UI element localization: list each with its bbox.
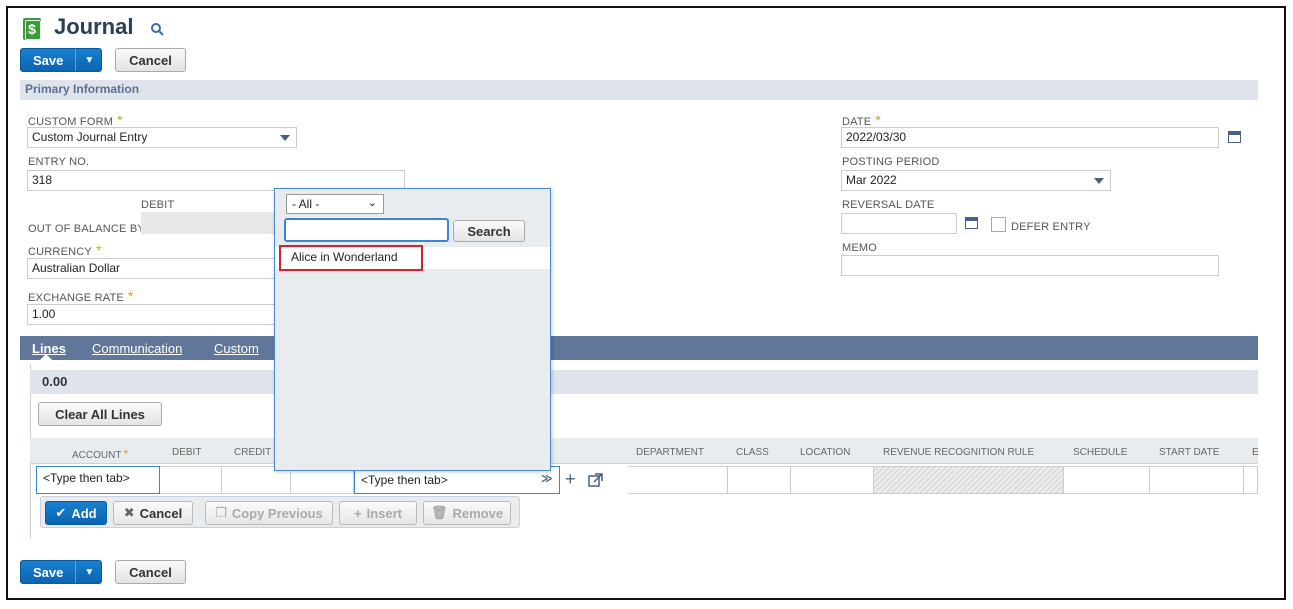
posting-period-label: POSTING PERIOD: [842, 156, 940, 168]
popup-filter-select[interactable]: - All - ⌄: [286, 194, 384, 214]
line-toolbar: ✔ Add ✖ Cancel ❐ Copy Previous + Insert 🗑 Rem…: [40, 496, 520, 528]
out-of-balance-value: [141, 212, 276, 234]
department-cell[interactable]: [628, 466, 728, 494]
debit-cell[interactable]: [160, 466, 222, 494]
start-date-cell[interactable]: [1150, 466, 1244, 494]
double-chevron-down-icon[interactable]: ≫: [541, 472, 553, 485]
defer-entry-checkbox[interactable]: [991, 217, 1006, 232]
reversal-date-field[interactable]: [841, 213, 957, 234]
memo-label: MEMO: [842, 242, 878, 254]
calendar-icon[interactable]: [965, 217, 978, 229]
custom-form-label: CUSTOM FORM *: [28, 112, 123, 128]
save-button[interactable]: Save ▼: [20, 48, 102, 72]
column-header-location: LOCATION: [800, 447, 851, 458]
debit-label: DEBIT: [141, 199, 175, 211]
currency-label: CURRENCY *: [28, 242, 102, 258]
cancel-button[interactable]: Cancel: [115, 48, 186, 72]
calendar-icon[interactable]: [1228, 131, 1241, 143]
name-search-popup: - All - ⌄ Search Alice in Wonderland: [274, 188, 551, 471]
close-icon: ✖: [123, 505, 135, 520]
search-icon[interactable]: [150, 22, 164, 36]
column-header-department: DEPARTMENT: [636, 447, 704, 458]
clear-all-lines-button[interactable]: Clear All Lines: [38, 402, 162, 426]
lines-grid-header: ACCOUNT * DEBIT CREDIT DEPARTMENT CLASS L…: [30, 438, 1259, 464]
cancel-line-button[interactable]: ✖ Cancel: [113, 501, 193, 525]
chevron-down-icon: ⌄: [367, 197, 377, 209]
end-date-cell[interactable]: [1244, 466, 1258, 494]
tab-custom[interactable]: Custom: [214, 341, 259, 356]
schedule-cell[interactable]: [1064, 466, 1150, 494]
journal-dollar-icon: $: [23, 18, 41, 40]
column-header-start-date: START DATE: [1159, 447, 1220, 458]
column-header-schedule: SCHEDULE: [1073, 447, 1128, 458]
popup-search-button[interactable]: Search: [453, 220, 525, 242]
subtab-bar: Lines Communication Custom: [20, 336, 1258, 360]
date-field[interactable]: 2022/03/30: [841, 127, 1219, 148]
class-cell[interactable]: [728, 466, 791, 494]
chevron-down-icon: [1094, 178, 1104, 184]
plus-icon[interactable]: +: [565, 469, 576, 490]
footer-cancel-button[interactable]: Cancel: [115, 560, 186, 584]
account-cell[interactable]: <Type then tab>: [36, 466, 160, 494]
remove-line-button[interactable]: 🗑 Remove: [423, 501, 511, 525]
exchange-rate-label: EXCHANGE RATE *: [28, 288, 134, 304]
journal-window: $ Journal Save ▼ Cancel Primary Informat…: [6, 6, 1286, 600]
column-header-end-date: E: [1252, 447, 1259, 458]
exchange-rate-field[interactable]: 1.00: [27, 304, 277, 325]
column-header-revenue-recognition-rule: REVENUE RECOGNITION RULE: [883, 447, 1035, 458]
check-icon: ✔: [55, 505, 67, 520]
popup-search-input[interactable]: [284, 218, 449, 242]
save-button-label: Save: [33, 52, 64, 68]
page-title: Journal: [54, 14, 134, 39]
posting-period-select[interactable]: Mar 2022: [841, 170, 1111, 191]
memo-field[interactable]: [841, 255, 1219, 276]
copy-previous-button[interactable]: ❐ Copy Previous: [205, 501, 333, 525]
revenue-recognition-rule-cell: [874, 466, 1064, 494]
out-of-balance-label: OUT OF BALANCE BY: [28, 223, 145, 235]
account-input[interactable]: <Type then tab>: [37, 467, 159, 489]
column-header-class: CLASS: [736, 447, 769, 458]
add-line-button[interactable]: ✔ Add: [45, 501, 107, 525]
table-row: <Type then tab> <Type then tab> ≫ +: [30, 466, 1258, 494]
section-primary-information[interactable]: Primary Information: [20, 80, 1258, 100]
chevron-down-icon[interactable]: ▼: [75, 49, 102, 71]
copy-icon: ❐: [215, 505, 227, 520]
active-tab-indicator: [40, 354, 52, 360]
lines-total: 0.00: [30, 370, 1258, 394]
location-cell[interactable]: [791, 466, 874, 494]
tab-communication[interactable]: Communication: [92, 341, 182, 356]
column-header-credit: CREDIT: [234, 447, 272, 458]
column-header-account: ACCOUNT *: [72, 447, 129, 461]
plus-icon: +: [354, 505, 362, 521]
footer-save-button[interactable]: Save ▼: [20, 560, 102, 584]
date-label: DATE *: [842, 112, 881, 128]
defer-entry-label: DEFER ENTRY: [1011, 221, 1091, 233]
column-header-debit: DEBIT: [172, 447, 202, 458]
trash-icon: 🗑: [430, 505, 448, 520]
entry-no-label: ENTRY NO.: [28, 156, 90, 168]
chevron-down-icon: [280, 135, 290, 141]
open-external-icon[interactable]: [588, 473, 603, 488]
custom-form-select[interactable]: Custom Journal Entry: [27, 127, 297, 148]
currency-select[interactable]: Australian Dollar: [27, 258, 277, 279]
list-item[interactable]: Alice in Wonderland: [279, 245, 423, 271]
reversal-date-label: REVERSAL DATE: [842, 199, 935, 211]
insert-line-button[interactable]: + Insert: [339, 501, 417, 525]
chevron-down-icon[interactable]: ▼: [75, 561, 102, 583]
